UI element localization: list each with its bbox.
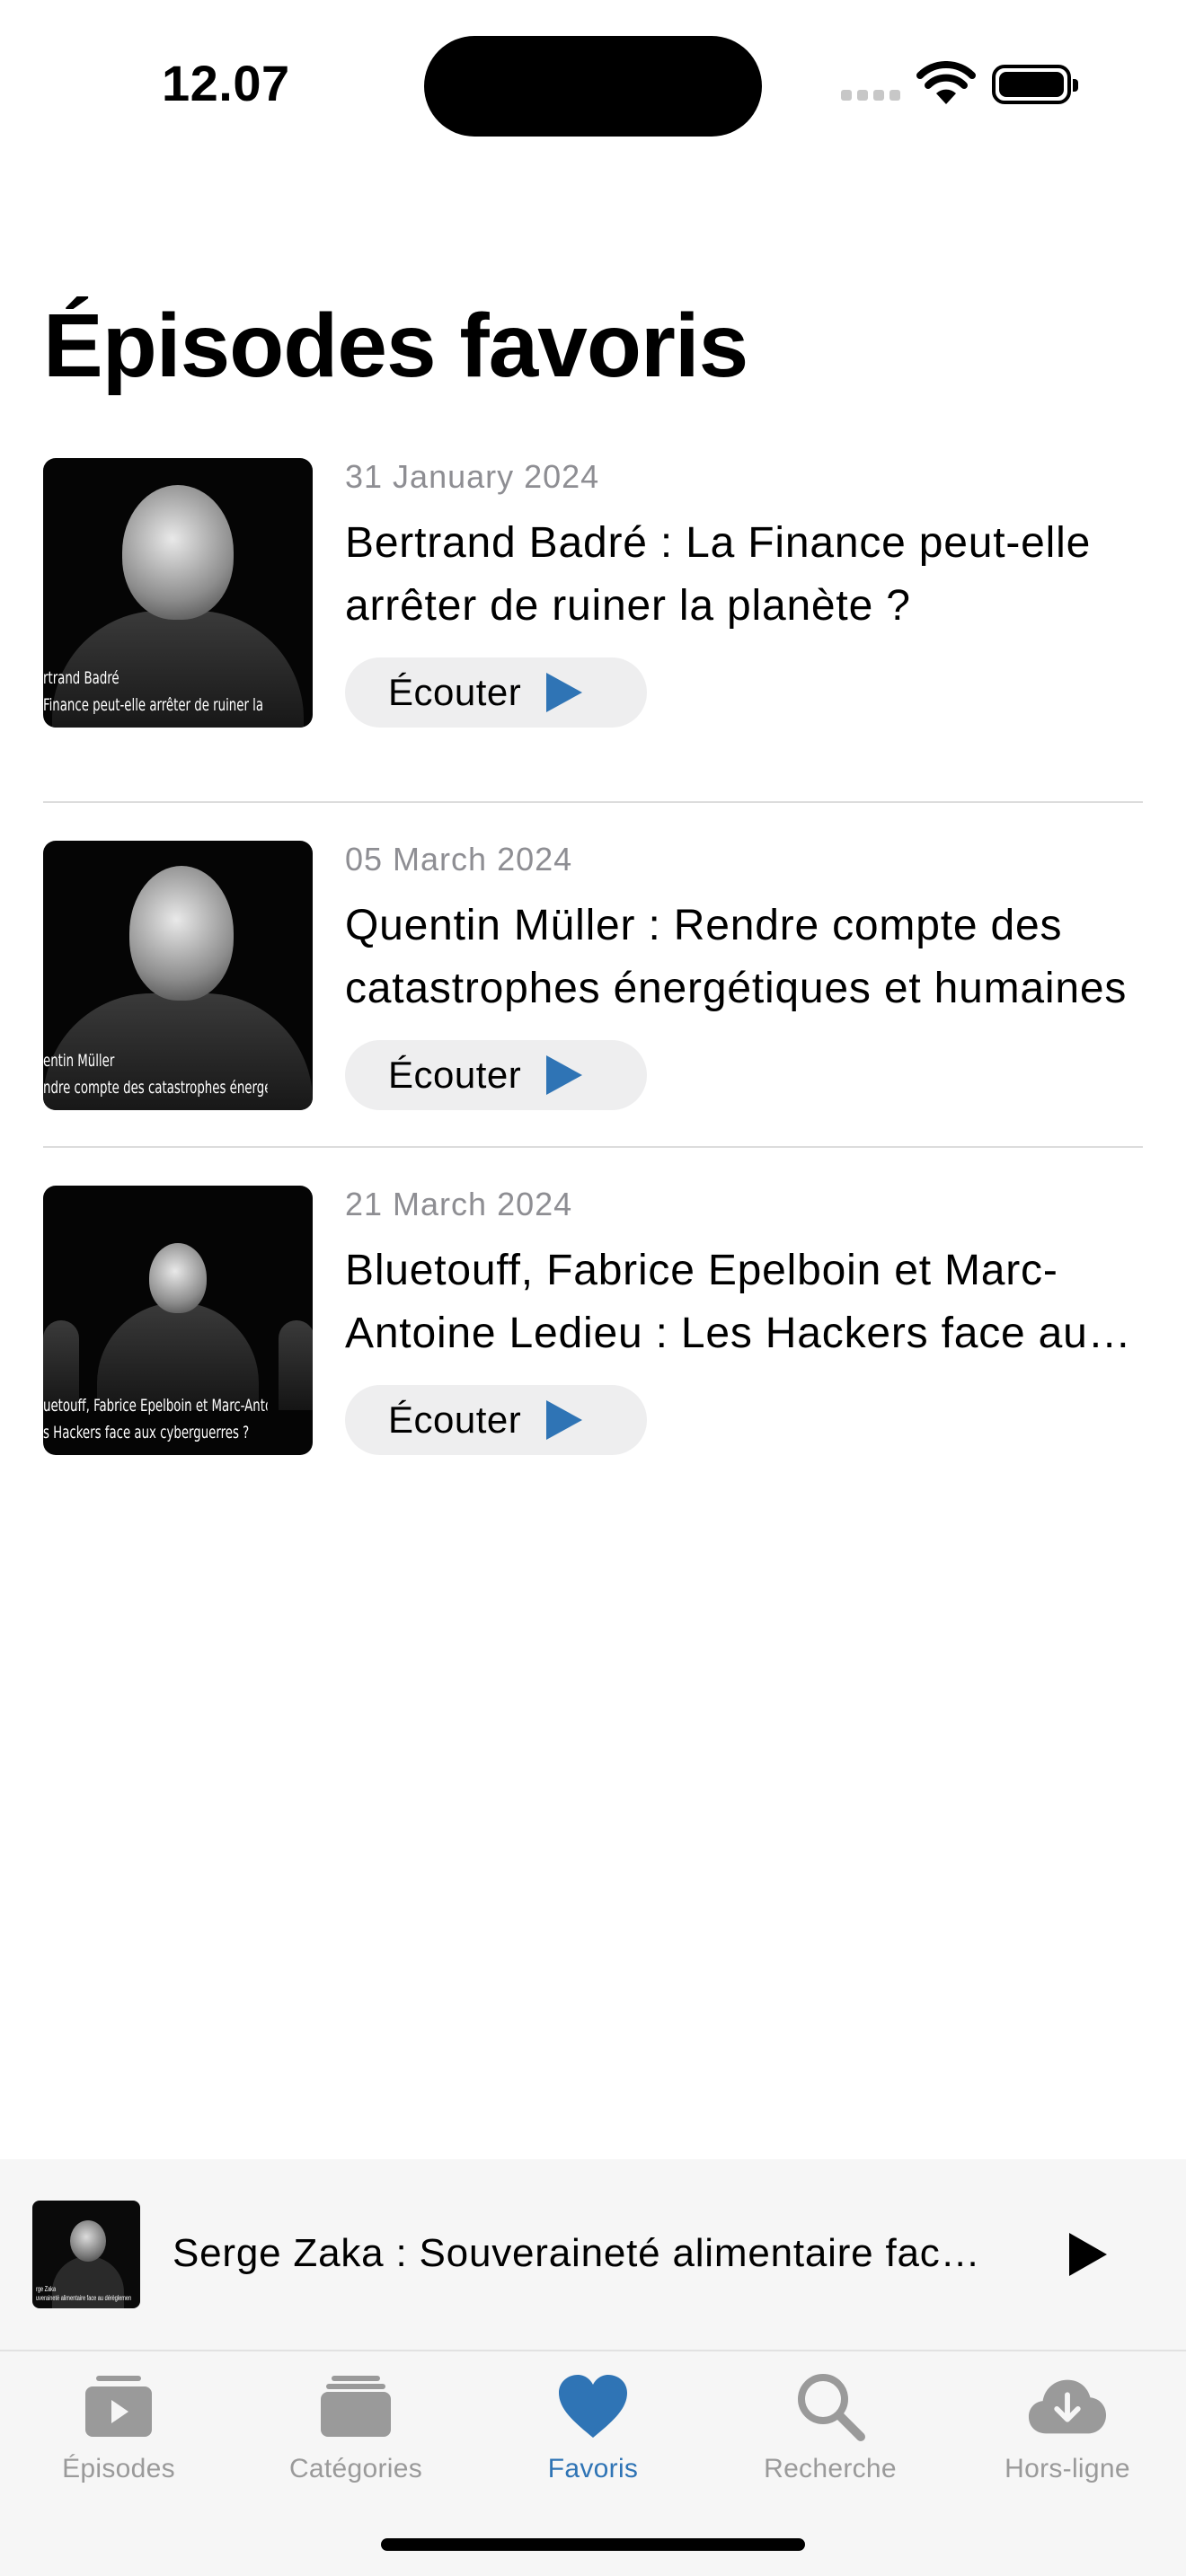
wifi-icon bbox=[916, 61, 976, 104]
play-icon bbox=[546, 1400, 583, 1440]
thumbnail-caption: uetouff, Fabrice Epelboin et Marc-Antoin… bbox=[43, 1396, 268, 1416]
home-indicator[interactable] bbox=[381, 2538, 805, 2551]
thumbnail-caption: rtrand Badré bbox=[43, 668, 119, 688]
listen-button-label: Écouter bbox=[388, 671, 522, 713]
thumbnail-caption: ndre compte des catastrophes énergétique… bbox=[43, 1078, 268, 1098]
episode-row[interactable]: rtrand Badré Finance peut-elle arrêter d… bbox=[43, 458, 1143, 803]
battery-icon bbox=[992, 65, 1078, 104]
thumbnail-caption: rge Zaka bbox=[36, 2285, 57, 2293]
listen-button-label: Écouter bbox=[388, 1398, 522, 1441]
play-icon bbox=[546, 673, 583, 712]
tab-offline[interactable]: Hors-ligne bbox=[960, 2360, 1175, 2495]
tab-categories[interactable]: Catégories bbox=[248, 2360, 464, 2495]
tab-label: Favoris bbox=[547, 2454, 639, 2483]
screen: 12.07 Épisodes favoris rtrand Badré Fina… bbox=[0, 0, 1186, 2576]
tab-label: Épisodes bbox=[62, 2454, 175, 2483]
episode-thumbnail: uetouff, Fabrice Epelboin et Marc-Antoin… bbox=[43, 1186, 313, 1455]
tab-episodes[interactable]: Épisodes bbox=[11, 2360, 226, 2495]
episode-date: 31 January 2024 bbox=[345, 458, 600, 495]
cellular-signal-icon bbox=[841, 90, 900, 101]
mini-player[interactable]: rge Zaka uveraineté alimentaire face au … bbox=[0, 2159, 1186, 2350]
dynamic-island bbox=[424, 36, 762, 137]
play-icon[interactable] bbox=[1069, 2233, 1107, 2276]
listen-button[interactable]: Écouter bbox=[345, 1040, 647, 1110]
tab-label: Recherche bbox=[764, 2454, 897, 2483]
play-rectangle-icon bbox=[78, 2366, 159, 2447]
episode-list: rtrand Badré Finance peut-elle arrêter d… bbox=[43, 458, 1143, 1493]
play-icon bbox=[546, 1055, 583, 1095]
episode-date: 05 March 2024 bbox=[345, 841, 573, 878]
thumbnail-caption: Finance peut-elle arrêter de ruiner la p… bbox=[43, 695, 268, 715]
episode-title[interactable]: Bertrand Badré : La Finance peut-elle ar… bbox=[345, 512, 1136, 638]
tab-label: Catégories bbox=[288, 2454, 423, 2483]
episode-thumbnail: rtrand Badré Finance peut-elle arrêter d… bbox=[43, 458, 313, 728]
thumbnail-caption: uveraineté alimentaire face au dérègleme… bbox=[36, 2294, 132, 2302]
magnifier-icon bbox=[790, 2366, 871, 2447]
tab-search[interactable]: Recherche bbox=[722, 2360, 938, 2495]
mini-player-thumbnail: rge Zaka uveraineté alimentaire face au … bbox=[32, 2201, 140, 2308]
episode-title[interactable]: Quentin Müller : Rendre compte des catas… bbox=[345, 895, 1136, 1020]
episode-row[interactable]: uetouff, Fabrice Epelboin et Marc-Antoin… bbox=[43, 1148, 1143, 1493]
cloud-download-icon bbox=[1027, 2366, 1108, 2447]
stack-icon bbox=[315, 2366, 396, 2447]
status-time: 12.07 bbox=[162, 55, 290, 111]
listen-button[interactable]: Écouter bbox=[345, 657, 647, 728]
episode-title[interactable]: Bluetouff, Fabrice Epelboin et Marc-Anto… bbox=[345, 1239, 1136, 1365]
episode-date: 21 March 2024 bbox=[345, 1186, 573, 1222]
tab-favorites[interactable]: Favoris bbox=[485, 2360, 701, 2495]
listen-button[interactable]: Écouter bbox=[345, 1385, 647, 1455]
page-title: Épisodes favoris bbox=[43, 296, 748, 396]
heart-icon bbox=[553, 2366, 633, 2447]
mini-player-title[interactable]: Serge Zaka : Souveraineté alimentaire fa… bbox=[173, 2231, 999, 2276]
thumbnail-caption: entin Müller bbox=[43, 1051, 115, 1071]
thumbnail-caption: s Hackers face aux cyberguerres ? bbox=[43, 1423, 250, 1442]
episode-row[interactable]: entin Müller ndre compte des catastrophe… bbox=[43, 803, 1143, 1148]
episode-thumbnail: entin Müller ndre compte des catastrophe… bbox=[43, 841, 313, 1110]
listen-button-label: Écouter bbox=[388, 1054, 522, 1096]
tab-label: Hors-ligne bbox=[1005, 2454, 1130, 2483]
